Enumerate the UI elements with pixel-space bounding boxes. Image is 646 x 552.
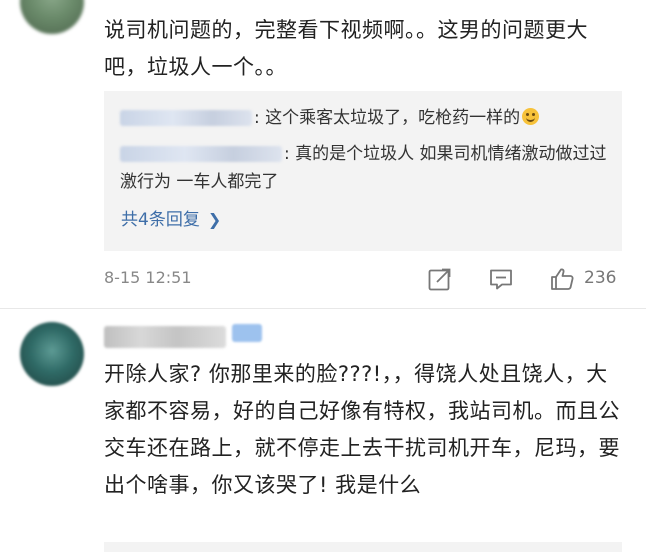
reply-text: : 这个乘客太垃圾了，吃枪药一样的 [254,108,521,128]
username[interactable] [104,326,226,348]
reply-item: : 真的是个垃圾人 如果司机情绪激动做过过激行为 一车人都完了 [120,140,610,196]
comment-meta: 8-15 12:51 236 [104,264,624,296]
user-badge [232,324,262,342]
comment-feed: 说司机问题的，完整看下视频啊。。这男的问题更大吧，垃圾人一个。。 : 这个乘客太… [0,0,646,552]
smile-emoji-icon [522,108,540,125]
view-all-replies-link[interactable]: 共4条回复 ❯ [121,208,221,232]
reply-count-label: 共4条回复 [121,210,200,230]
comment-icon[interactable] [488,266,514,292]
divider [0,308,646,309]
reply-username[interactable] [120,110,252,126]
reply-username[interactable] [120,146,282,162]
comment-timestamp: 8-15 12:51 [104,268,192,287]
chevron-right-icon: ❯ [207,210,222,229]
reply-thread[interactable]: : 这个乘客太垃圾了，吃枪药一样的 : 真的是个垃圾人 如果司机情绪激动做过过激… [104,91,622,251]
avatar[interactable] [20,322,84,386]
reply-item: : 这个乘客太垃圾了，吃枪药一样的 [120,104,540,132]
forward-icon[interactable] [427,266,453,292]
comment-text: 说司机问题的，完整看下视频啊。。这男的问题更大吧，垃圾人一个。。 [104,18,588,79]
comment-text: 开除人家? 你那里来的脸???!，，得饶人处且饶人，大家都不容易，好的自己好像有… [104,362,620,497]
reply-thread[interactable] [104,542,622,552]
like-count: 236 [584,268,617,288]
avatar[interactable] [20,0,84,34]
like-icon[interactable] [549,266,575,292]
